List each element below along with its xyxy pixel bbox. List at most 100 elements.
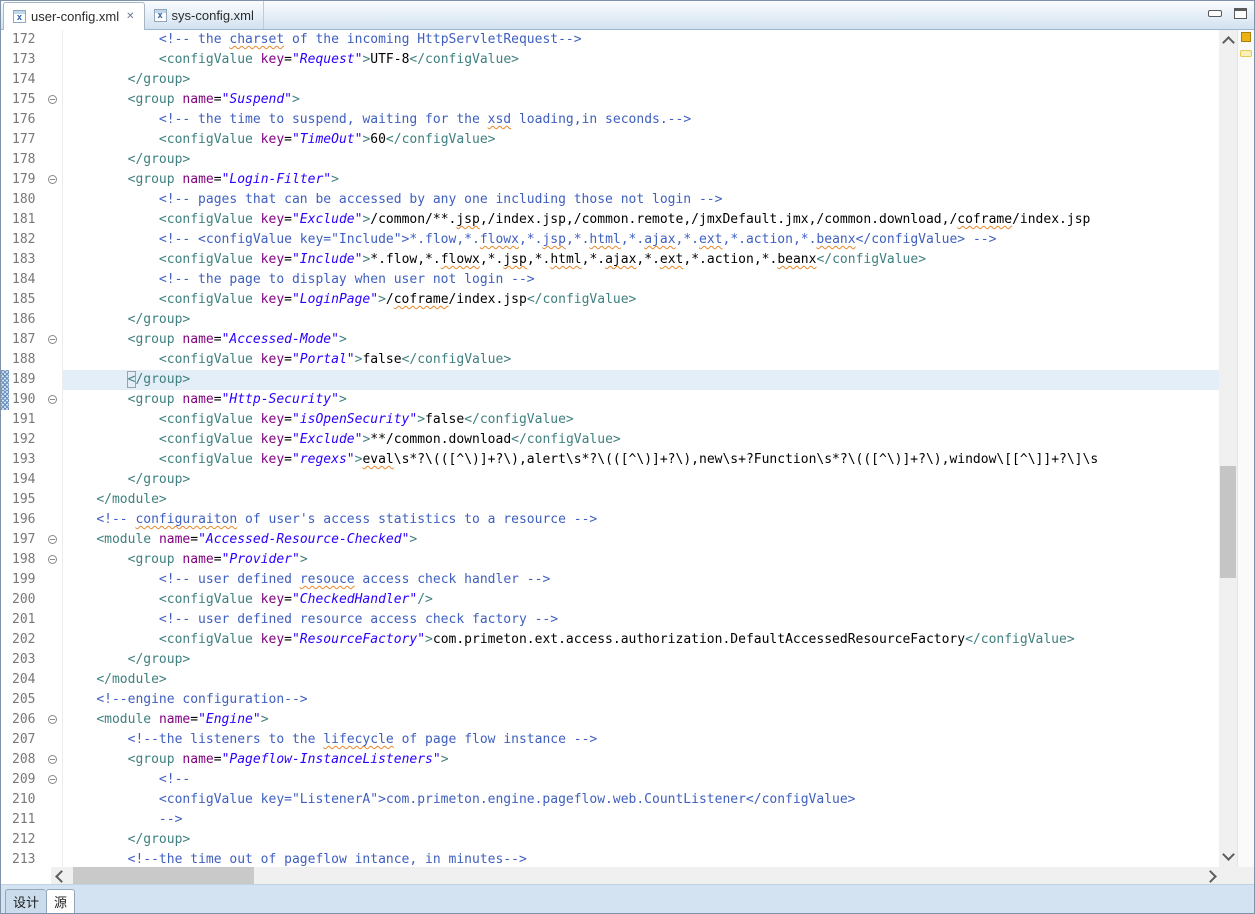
tab-source[interactable]: 源: [46, 889, 75, 913]
code-text[interactable]: <configValue key="LoginPage">/coframe/in…: [63, 290, 1219, 310]
tab-sys-config-xml[interactable]: x sys-config.xml: [145, 1, 264, 29]
close-tab-icon[interactable]: ✕: [126, 12, 134, 22]
code-text[interactable]: <group name="Http-Security">: [63, 390, 1219, 410]
code-line[interactable]: 187 <group name="Accessed-Mode">: [1, 330, 1219, 350]
scroll-up-icon[interactable]: [1222, 36, 1235, 49]
fold-column[interactable]: [46, 390, 63, 410]
code-line[interactable]: 186 </group>: [1, 310, 1219, 330]
code-line[interactable]: 172 <!-- the charset of the incoming Htt…: [1, 30, 1219, 50]
code-text[interactable]: </group>: [63, 310, 1219, 330]
tab-design[interactable]: 设计: [5, 889, 46, 913]
code-text[interactable]: <!-- user defined resource access check …: [63, 610, 1219, 630]
code-line[interactable]: 178 </group>: [1, 150, 1219, 170]
scroll-left-icon[interactable]: [55, 870, 68, 883]
code-text[interactable]: <configValue key="Portal">false</configV…: [63, 350, 1219, 370]
code-line[interactable]: 208 <group name="Pageflow-InstanceListen…: [1, 750, 1219, 770]
code-text[interactable]: <module name="Engine">: [63, 710, 1219, 730]
code-text[interactable]: </group>: [63, 470, 1219, 490]
code-text[interactable]: <group name="Accessed-Mode">: [63, 330, 1219, 350]
fold-column[interactable]: [46, 770, 63, 790]
collapse-icon[interactable]: [48, 395, 57, 404]
collapse-icon[interactable]: [48, 95, 57, 104]
code-text[interactable]: <!--the listeners to the lifecycle of pa…: [63, 730, 1219, 750]
code-text[interactable]: </module>: [63, 670, 1219, 690]
code-line[interactable]: 198 <group name="Provider">: [1, 550, 1219, 570]
code-line[interactable]: 206 <module name="Engine">: [1, 710, 1219, 730]
collapse-icon[interactable]: [48, 175, 57, 184]
code-line[interactable]: 188 <configValue key="Portal">false</con…: [1, 350, 1219, 370]
collapse-icon[interactable]: [48, 335, 57, 344]
code-line[interactable]: 179 <group name="Login-Filter">: [1, 170, 1219, 190]
code-line[interactable]: 191 <configValue key="isOpenSecurity">fa…: [1, 410, 1219, 430]
code-line[interactable]: 180 <!-- pages that can be accessed by a…: [1, 190, 1219, 210]
fold-column[interactable]: [46, 330, 63, 350]
occurrence-marker[interactable]: [1241, 32, 1251, 42]
code-text[interactable]: <!--engine configuration-->: [63, 690, 1219, 710]
code-line[interactable]: 213 <!--the time out of pageflow intance…: [1, 850, 1219, 867]
collapse-icon[interactable]: [48, 535, 57, 544]
code-text[interactable]: </group>: [63, 70, 1219, 90]
collapse-icon[interactable]: [48, 715, 57, 724]
code-text[interactable]: </module>: [63, 490, 1219, 510]
code-text[interactable]: <configValue key="CheckedHandler"/>: [63, 590, 1219, 610]
spelling-marker[interactable]: [1240, 50, 1252, 57]
code-text[interactable]: <configValue key="ListenerA">com.primeto…: [63, 790, 1219, 810]
code-text[interactable]: <!--the time out of pageflow intance, in…: [63, 850, 1219, 867]
code-line[interactable]: 183 <configValue key="Include">*.flow,*.…: [1, 250, 1219, 270]
code-line[interactable]: 174 </group>: [1, 70, 1219, 90]
code-text[interactable]: <!-- pages that can be accessed by any o…: [63, 190, 1219, 210]
code-line[interactable]: 199 <!-- user defined resouce access che…: [1, 570, 1219, 590]
collapse-icon[interactable]: [48, 775, 57, 784]
vertical-scrollbar[interactable]: [1219, 30, 1237, 867]
code-text[interactable]: <module name="Accessed-Resource-Checked"…: [63, 530, 1219, 550]
horizontal-scrollbar-thumb[interactable]: [73, 867, 254, 884]
scroll-right-icon[interactable]: [1204, 870, 1217, 883]
code-text[interactable]: <configValue key="TimeOut">60</configVal…: [63, 130, 1219, 150]
vertical-scrollbar-thumb[interactable]: [1220, 466, 1236, 578]
collapse-icon[interactable]: [48, 755, 57, 764]
code-line[interactable]: 176 <!-- the time to suspend, waiting fo…: [1, 110, 1219, 130]
code-text[interactable]: <group name="Login-Filter">: [63, 170, 1219, 190]
minimize-view-icon[interactable]: [1208, 10, 1222, 17]
code-line[interactable]: 203 </group>: [1, 650, 1219, 670]
code-line[interactable]: 210 <configValue key="ListenerA">com.pri…: [1, 790, 1219, 810]
code-text[interactable]: <!-- the charset of the incoming HttpSer…: [63, 30, 1219, 50]
collapse-icon[interactable]: [48, 555, 57, 564]
code-text[interactable]: <group name="Provider">: [63, 550, 1219, 570]
code-text[interactable]: </group>: [63, 150, 1219, 170]
code-text[interactable]: -->: [63, 810, 1219, 830]
code-line[interactable]: 173 <configValue key="Request">UTF-8</co…: [1, 50, 1219, 70]
code-text[interactable]: <group name="Suspend">: [63, 90, 1219, 110]
code-text[interactable]: <configValue key="ResourceFactory">com.p…: [63, 630, 1219, 650]
code-line[interactable]: 212 </group>: [1, 830, 1219, 850]
code-text[interactable]: <configValue key="Request">UTF-8</config…: [63, 50, 1219, 70]
code-text[interactable]: <configValue key="Exclude">**/common.dow…: [63, 430, 1219, 450]
code-line[interactable]: 196 <!-- configuraiton of user's access …: [1, 510, 1219, 530]
code-text[interactable]: <!-- the time to suspend, waiting for th…: [63, 110, 1219, 130]
code-text[interactable]: </group>: [63, 370, 1219, 390]
code-text[interactable]: <configValue key="regexs">eval\s*?\(([^\…: [63, 450, 1219, 470]
code-text[interactable]: <!-- configuraiton of user's access stat…: [63, 510, 1219, 530]
maximize-view-icon[interactable]: [1234, 8, 1247, 19]
code-text[interactable]: <configValue key="Exclude">/common/**.js…: [63, 210, 1219, 230]
code-text[interactable]: <group name="Pageflow-InstanceListeners"…: [63, 750, 1219, 770]
tab-user-config-xml[interactable]: x user-config.xml ✕: [3, 2, 145, 30]
code-text[interactable]: <configValue key="isOpenSecurity">false<…: [63, 410, 1219, 430]
fold-column[interactable]: [46, 530, 63, 550]
code-line[interactable]: 177 <configValue key="TimeOut">60</confi…: [1, 130, 1219, 150]
code-text[interactable]: <!-- <configValue key="Include">*.flow,*…: [63, 230, 1219, 250]
code-line[interactable]: 194 </group>: [1, 470, 1219, 490]
code-text[interactable]: <!-- user defined resouce access check h…: [63, 570, 1219, 590]
code-line[interactable]: 202 <configValue key="ResourceFactory">c…: [1, 630, 1219, 650]
code-line[interactable]: 200 <configValue key="CheckedHandler"/>: [1, 590, 1219, 610]
code-text[interactable]: </group>: [63, 650, 1219, 670]
code-line[interactable]: 190 <group name="Http-Security">: [1, 390, 1219, 410]
code-text[interactable]: <configValue key="Include">*.flow,*.flow…: [63, 250, 1219, 270]
horizontal-scrollbar[interactable]: [51, 867, 1221, 884]
code-line[interactable]: 207 <!--the listeners to the lifecycle o…: [1, 730, 1219, 750]
fold-column[interactable]: [46, 710, 63, 730]
code-area[interactable]: 172 <!-- the charset of the incoming Htt…: [1, 30, 1219, 867]
scroll-down-icon[interactable]: [1222, 848, 1235, 861]
code-line[interactable]: 193 <configValue key="regexs">eval\s*?\(…: [1, 450, 1219, 470]
code-line[interactable]: 182 <!-- <configValue key="Include">*.fl…: [1, 230, 1219, 250]
